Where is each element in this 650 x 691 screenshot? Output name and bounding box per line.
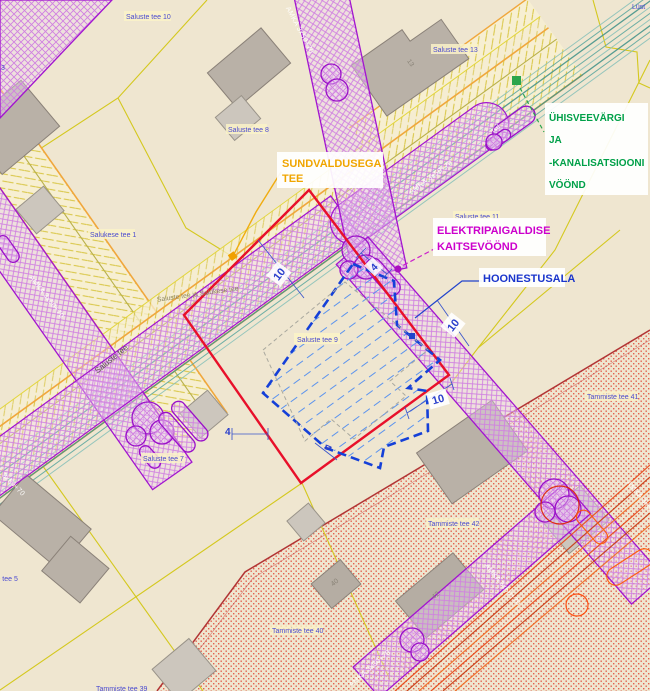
annotation-text: -KANALISATSIOONI [549,158,645,169]
cable-marker-dot [394,265,401,272]
parcel-label: Tammiste tee 42 [428,521,479,528]
envelope-marker-dot [409,333,415,339]
parcel-label: Saluste tee 9 [297,337,338,344]
annotation-text: JA [549,135,562,146]
annotation-hoonestusala: HOONESTUSALA [479,268,575,287]
annotation-text: VÖÖND [549,178,586,191]
parcel-label: Saluste tee 8 [228,127,269,134]
annotation-sundvaldusega: SUNDVALDUSEGA TEE [277,152,383,188]
annotation-text: ELEKTRIPAIGALDISE [437,225,550,237]
water-marker-dot [512,76,521,85]
annotation-text: SUNDVALDUSEGA [282,158,381,170]
annotation-text: TEE [282,173,303,185]
parcel-label: Tammiste tee 40 [272,628,323,635]
parcel-label: Tammiste tee 39 [96,686,147,691]
annotation-text: HOONESTUSALA [483,273,575,285]
annotation-text: ÜHISVEEVÄRGI [549,111,625,124]
parcel-label-partial: 3 [1,65,5,72]
cadastral-map: 10 4 10 10 4 4 Saluste tee Saluste tee j… [0,0,650,691]
parcel-label: Tammiste tee 41 [587,394,638,401]
annotation-elektri: ELEKTRIPAIGALDISE KAITSEVÖÖND [433,218,550,256]
parcel-label: Saluste tee 5 [0,576,18,583]
parcel-label-partial: Lüst [632,4,645,11]
annotation-text: KAITSEVÖÖND [437,240,518,253]
annotation-veevark: ÜHISVEEVÄRGI JA -KANALISATSIOONI VÖÖND [545,103,648,195]
parcel-label: Saluste tee 10 [126,14,171,21]
map-canvas: 10 4 10 10 4 4 Saluste tee Saluste tee j… [0,0,650,691]
parcel-label: Salukese tee 1 [90,232,136,239]
parcel-label: Saluste tee 7 [143,456,184,463]
parcel-label: Saluste tee 13 [433,47,478,54]
dim-4-left: 4 [225,427,231,438]
